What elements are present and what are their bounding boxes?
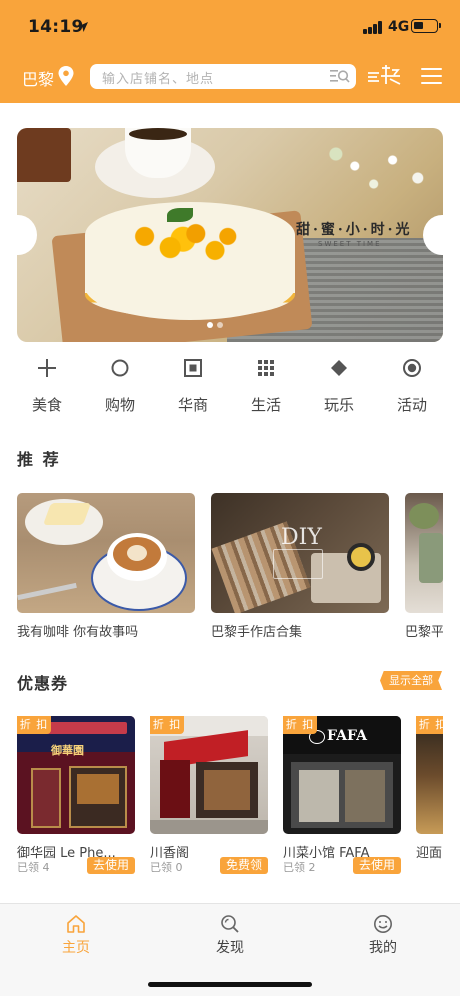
use-coupon-button[interactable]: 去使用: [86, 857, 135, 874]
recommend-card[interactable]: DIY 巴黎手作店合集: [211, 493, 389, 640]
category-shopping[interactable]: 购物: [90, 357, 150, 417]
tab-label: 主页: [62, 940, 90, 956]
diamond-icon: [331, 360, 347, 376]
search-list-icon[interactable]: [330, 68, 350, 85]
tab-profile[interactable]: 我的: [343, 904, 423, 964]
category-life[interactable]: 生活: [236, 357, 296, 417]
category-label: 生活: [250, 396, 281, 414]
coupon-claimed-count: 已领: [416, 859, 438, 861]
coupon-claimed-count: 已领 2: [283, 861, 316, 874]
recommend-section-title: 推 荐: [17, 450, 61, 469]
plus-icon: [38, 359, 56, 377]
discount-tag: 折 扣: [17, 716, 51, 734]
coupons-section-title: 优惠券: [17, 674, 69, 693]
coupon-card[interactable]: 折 扣 川香阁 已领 0 免费领: [150, 716, 268, 874]
location-pin-icon[interactable]: [58, 66, 74, 86]
menu-icon[interactable]: [421, 67, 442, 85]
category-label: 美食: [31, 396, 62, 414]
network-label: 4G: [388, 19, 410, 35]
status-time: 14:19: [28, 17, 84, 37]
battery-icon: [411, 19, 441, 33]
show-all-button[interactable]: 显示全部: [380, 671, 442, 690]
home-icon: [67, 915, 85, 933]
coupon-claimed-count: 已领 4: [17, 861, 50, 874]
banner-title: 甜·蜜·小·时·光: [296, 222, 413, 238]
discount-tag: 折 扣: [283, 716, 317, 734]
diy-image-text: DIY: [281, 525, 322, 550]
category-chinese-business[interactable]: 华商: [163, 357, 223, 417]
category-label: 活动: [396, 396, 427, 414]
signal-icon: [363, 21, 383, 34]
recommend-card-caption: 巴黎手作店合集: [211, 625, 303, 640]
banner-flowers-image: [317, 136, 443, 196]
status-bar: 14:19 4G: [0, 0, 460, 52]
promo-banner[interactable]: 甜·蜜·小·时·光 SWEET TIME: [17, 128, 443, 342]
search-placeholder: 输入店铺名、地点: [102, 72, 215, 87]
banner-subtitle: SWEET TIME: [318, 240, 382, 248]
recommend-card-image: DIY: [211, 493, 389, 613]
coupon-claimed-count: 已领 0: [150, 861, 183, 874]
category-food[interactable]: 美食: [17, 357, 77, 417]
location-arrow-icon: [78, 22, 88, 32]
profile-icon: [374, 915, 392, 933]
discount-tag: 折 扣: [150, 716, 184, 734]
banner-grinder-image: [17, 128, 71, 182]
category-events[interactable]: 活动: [382, 357, 442, 417]
use-coupon-button[interactable]: 去使用: [352, 857, 401, 874]
app-logo-icon[interactable]: [366, 64, 402, 86]
banner-mango-image: [119, 214, 247, 270]
tab-label: 我的: [369, 940, 397, 956]
category-label: 玩乐: [323, 396, 354, 414]
circle-icon: [111, 359, 129, 377]
discover-icon: [221, 915, 239, 933]
coupon-card[interactable]: 御華園 折 扣 御华园 Le Phe... 已领 4 去使用: [17, 716, 135, 874]
coupon-shop-sign: 御華園: [51, 744, 84, 757]
city-selector[interactable]: 巴黎: [22, 66, 54, 90]
recommend-card-caption: 我有咖啡 你有故事吗: [17, 625, 139, 640]
claim-free-button[interactable]: 免费领: [219, 857, 268, 874]
coupon-shop-sign: FAFA: [327, 728, 367, 744]
banner-coffee-image: [129, 128, 187, 140]
home-indicator: [148, 982, 312, 987]
category-entertainment[interactable]: 玩乐: [309, 357, 369, 417]
target-icon: [403, 359, 421, 377]
category-label: 购物: [104, 396, 135, 414]
coupon-card[interactable]: FAFA 折 扣 川菜小馆 FAFA 已领 2 去使用: [283, 716, 401, 874]
app-header: 14:19 4G 巴黎 输入店铺名、地点: [0, 0, 460, 103]
recommend-card-caption: 巴黎平: [405, 625, 443, 640]
tab-home[interactable]: 主页: [36, 904, 116, 964]
category-label: 华商: [177, 396, 208, 414]
coupon-card[interactable]: 折 扣 迎面 已领: [416, 716, 443, 861]
recommend-card-image: [405, 493, 443, 613]
banner-mint-leaf-image: [167, 208, 193, 222]
discount-tag: 折 扣: [416, 716, 443, 734]
square-dot-icon: [184, 359, 202, 377]
tab-discover[interactable]: 发现: [190, 904, 270, 964]
tab-label: 发现: [216, 940, 244, 956]
grid-icon: [258, 360, 274, 376]
recommend-card[interactable]: 巴黎平: [405, 493, 443, 640]
recommend-card[interactable]: 我有咖啡 你有故事吗: [17, 493, 195, 640]
recommend-card-image: [17, 493, 195, 613]
banner-left-notch: [17, 215, 37, 255]
search-input[interactable]: 输入店铺名、地点: [90, 64, 356, 89]
